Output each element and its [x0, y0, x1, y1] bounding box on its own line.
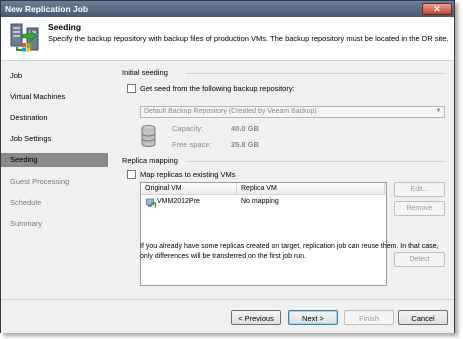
replication-job-window: New Replication Job ✕ Seeding Specify th… — [0, 0, 455, 333]
close-icon[interactable]: ✕ — [422, 3, 452, 15]
table-row[interactable]: VMM2012Pre No mapping — [141, 197, 386, 209]
step-summary: Summary — [10, 219, 43, 228]
window-title: New Replication Job — [5, 4, 89, 14]
step-job[interactable]: Job — [1, 69, 108, 83]
map-replicas-checkbox[interactable] — [127, 170, 136, 179]
get-seed-checkbox[interactable] — [127, 84, 136, 93]
wizard-steps: Job Virtual Machines Destination Job Set… — [1, 62, 108, 298]
edit-button[interactable]: Edit... — [394, 182, 445, 197]
vm-icon — [146, 198, 156, 208]
step-seeding[interactable]: Seeding — [1, 153, 108, 167]
wizard-header: Seeding Specify the backup repository wi… — [1, 17, 454, 61]
chevron-down-icon[interactable]: ▼ — [434, 108, 443, 116]
step-job-settings[interactable]: Job Settings — [1, 132, 108, 146]
capacity-label: Capacity: — [172, 124, 204, 133]
cancel-button[interactable]: Cancel — [398, 310, 448, 325]
wizard-footer: < Previous Next > Finish Cancel — [1, 299, 454, 333]
free-space-label: Free space: — [172, 140, 212, 149]
vm-mapping-list[interactable]: Original VM Replica VM VMM2012Pre No map… — [140, 182, 387, 286]
replica-mapping-label: Replica mapping — [122, 156, 178, 165]
section-divider — [186, 73, 445, 74]
column-original-vm[interactable]: Original VM — [141, 183, 237, 195]
replication-icon — [10, 23, 39, 52]
get-seed-label[interactable]: Get seed from the following backup repos… — [140, 84, 295, 93]
previous-button[interactable]: < Previous — [231, 310, 281, 325]
backup-repository-value: Default Backup Repository (Created by Ve… — [144, 108, 317, 115]
backup-repository-select[interactable]: Default Backup Repository (Created by Ve… — [140, 106, 445, 118]
title-bar: New Replication Job ✕ — [1, 1, 454, 17]
step-virtual-machines[interactable]: Virtual Machines — [1, 90, 108, 104]
original-vm-cell: VMM2012Pre — [157, 198, 200, 205]
replica-vm-cell: No mapping — [241, 198, 279, 205]
capacity-value: 40.0 GB — [231, 124, 259, 133]
page-description: Specify the backup repository with backu… — [48, 34, 449, 43]
remove-button[interactable]: Remove — [394, 201, 445, 216]
list-header: Original VM Replica VM — [141, 183, 386, 195]
step-destination[interactable]: Destination — [1, 111, 108, 125]
free-space-value: 25.8 GB — [231, 140, 259, 149]
next-button[interactable]: Next > — [288, 310, 338, 325]
column-replica-vm[interactable]: Replica VM — [237, 183, 385, 195]
database-icon — [141, 125, 156, 147]
initial-seeding-label: Initial seeding — [122, 68, 168, 77]
finish-button[interactable]: Finish — [344, 310, 394, 325]
step-schedule: Schedule — [10, 198, 42, 207]
step-guest-processing: Guest Processing — [10, 177, 70, 186]
page-title: Seeding — [48, 22, 82, 32]
reuse-note: If you already have some replicas create… — [140, 243, 439, 260]
seeding-panel: Initial seeding Get seed from the follow… — [110, 62, 454, 298]
section-divider — [187, 161, 445, 162]
map-replicas-label[interactable]: Map replicas to existing VMs — [140, 170, 235, 179]
